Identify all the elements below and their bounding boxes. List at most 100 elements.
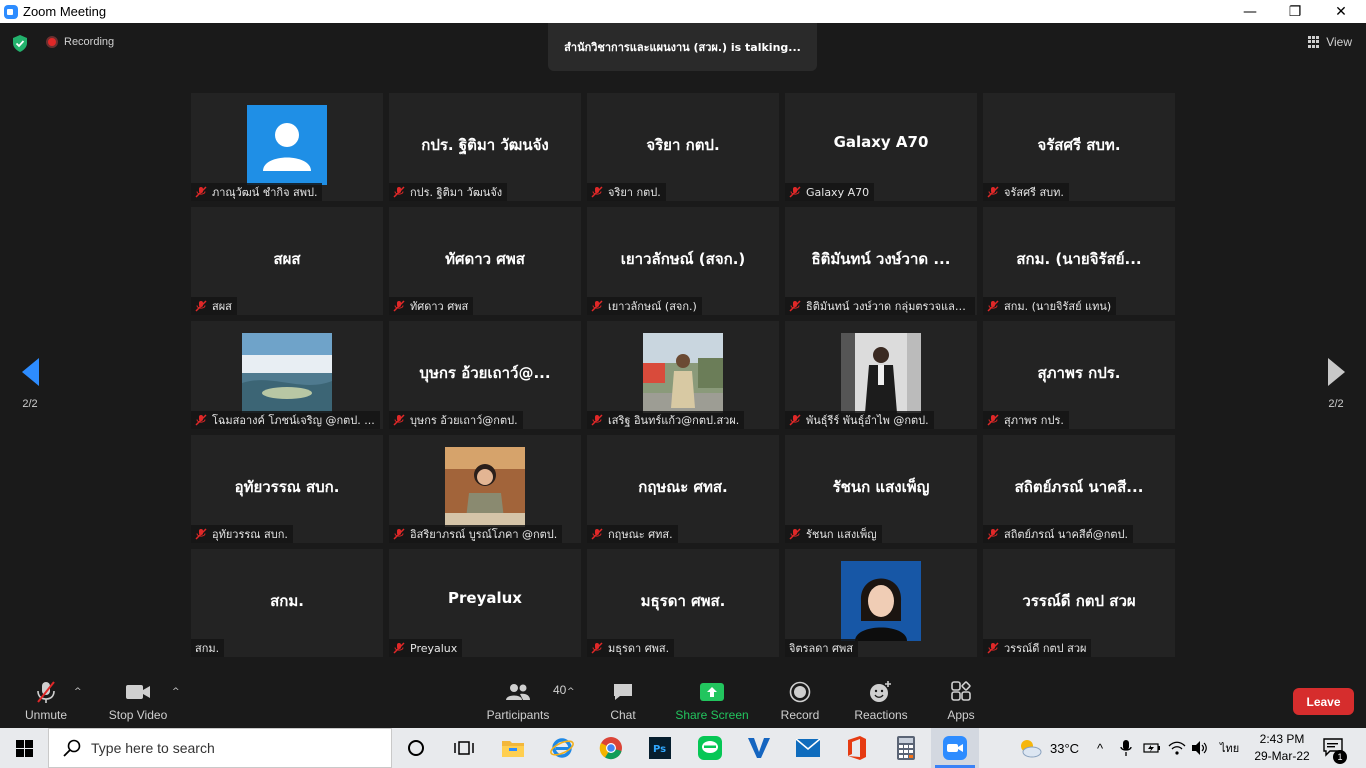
start-button[interactable] <box>0 728 48 768</box>
taskbar-clock[interactable]: 2:43 PM 29-Mar-22 <box>1250 731 1314 765</box>
participant-tile[interactable]: โฉมสอางค์ โภชน์เจริญ @กตป. ... <box>191 321 383 429</box>
participant-tile[interactable]: เยาวลักษณ์ (สจก.) เยาวลักษณ์ (สจก.) <box>587 207 779 315</box>
weather-widget[interactable]: 33°C <box>1018 728 1079 768</box>
participants-button[interactable]: 40 Participants <box>486 679 567 725</box>
stop-video-label: Stop Video <box>108 708 168 722</box>
participant-name-label: พันธุ์รีร์ พันธุ์อำไพ @กตป. <box>785 411 934 429</box>
participant-display-name: กฤษณะ ศทส. <box>638 478 728 496</box>
mic-muted-icon <box>591 642 603 654</box>
microphone-tray-icon[interactable] <box>1120 728 1132 768</box>
participant-display-name: มธุรดา ศพส. <box>640 592 726 610</box>
record-button[interactable]: Record <box>780 679 820 725</box>
participant-tile[interactable]: กปร. ฐิติมา วัฒนจัง กปร. ฐิติมา วัฒนจัง <box>389 93 581 201</box>
calculator-taskbar-app[interactable] <box>882 728 930 768</box>
participants-options-caret-icon[interactable]: ^ <box>567 687 575 697</box>
office-taskbar-app[interactable] <box>833 728 881 768</box>
participant-tile[interactable]: เสริฐ อินทร์แก้ว@กตป.สวผ. <box>587 321 779 429</box>
audio-options-caret-icon[interactable]: ^ <box>74 687 82 697</box>
partly-cloudy-icon <box>1021 740 1042 758</box>
clock-time: 2:43 PM <box>1259 732 1305 746</box>
close-button[interactable]: ✕ <box>1318 0 1364 23</box>
stop-video-button[interactable]: Stop Video <box>107 679 169 725</box>
line-taskbar-app[interactable] <box>686 728 734 768</box>
participants-count: 40 <box>553 683 567 697</box>
participant-tile[interactable]: สผส สผส <box>191 207 383 315</box>
office-logo-icon <box>848 736 866 760</box>
battery-tray-icon[interactable] <box>1143 728 1161 768</box>
mail-taskbar-app[interactable] <box>784 728 832 768</box>
participant-tile[interactable]: ภาณุวัฒน์ ชำกิจ สพป. <box>191 93 383 201</box>
wifi-tray-icon[interactable] <box>1168 728 1186 768</box>
mic-muted-icon <box>987 300 999 312</box>
action-center-button[interactable]: 1 <box>1322 728 1347 768</box>
participant-tile[interactable]: จริยา กตป. จริยา กตป. <box>587 93 779 201</box>
arrow-left-icon <box>21 358 39 386</box>
apps-icon <box>950 679 972 705</box>
participant-name-text: รัชนก แสงเพ็ญ <box>806 528 877 541</box>
participant-tile[interactable]: จรัสศรี สบท. จรัสศรี สบท. <box>983 93 1175 201</box>
participant-name-label: เสริฐ อินทร์แก้ว@กตป.สวผ. <box>587 411 745 429</box>
video-camera-icon <box>125 679 151 705</box>
mic-muted-icon <box>789 414 801 426</box>
file-explorer-taskbar-app[interactable] <box>489 728 537 768</box>
volume-tray-icon[interactable] <box>1191 728 1209 768</box>
next-page-button[interactable]: 2/2 <box>1321 358 1351 410</box>
participant-tile[interactable]: อุทัยวรรณ สบก. อุทัยวรรณ สบก. <box>191 435 383 543</box>
video-options-caret-icon[interactable]: ^ <box>172 687 180 697</box>
zoom-taskbar-app[interactable] <box>931 728 979 768</box>
mic-muted-icon <box>591 300 603 312</box>
participant-tile[interactable]: รัชนก แสงเพ็ญ รัชนก แสงเพ็ญ <box>785 435 977 543</box>
apps-button[interactable]: Apps <box>944 679 978 725</box>
shield-icon[interactable] <box>12 35 28 52</box>
chat-bubble-icon <box>612 679 634 705</box>
folder-icon <box>502 741 524 757</box>
participant-display-name: Preyalux <box>448 589 522 607</box>
participant-tile[interactable]: สุภาพร กปร. สุภาพร กปร. <box>983 321 1175 429</box>
participant-tile[interactable]: มธุรดา ศพส. มธุรดา ศพส. <box>587 549 779 657</box>
recording-indicator[interactable]: Recording <box>46 36 114 48</box>
photoshop-taskbar-app[interactable]: Ps <box>636 728 684 768</box>
participant-name-text: อุทัยวรรณ สบก. <box>212 528 288 541</box>
leave-button[interactable]: Leave <box>1293 688 1354 715</box>
participant-tile[interactable]: บุษกร อ้วยเถาว์@... บุษกร อ้วยเถาว์@กตป. <box>389 321 581 429</box>
internet-explorer-taskbar-app[interactable] <box>538 728 586 768</box>
vectorworks-taskbar-app[interactable] <box>735 728 783 768</box>
mic-muted-icon <box>393 186 405 198</box>
participant-tile[interactable]: จิตรลดา ศพส <box>785 549 977 657</box>
participant-name-text: กฤษณะ ศทส. <box>608 528 673 541</box>
participant-tile[interactable]: ทัศดาว ศพส ทัศดาว ศพส <box>389 207 581 315</box>
participant-tile[interactable]: พันธุ์รีร์ พันธุ์อำไพ @กตป. <box>785 321 977 429</box>
tray-overflow-button[interactable]: ^ <box>1097 728 1103 768</box>
participant-tile[interactable]: กฤษณะ ศทส. กฤษณะ ศทส. <box>587 435 779 543</box>
prev-page-button[interactable]: 2/2 <box>15 358 45 410</box>
participant-name-label: จรัสศรี สบท. <box>983 183 1069 201</box>
chat-button[interactable]: Chat <box>606 679 640 725</box>
mic-muted-icon <box>393 414 405 426</box>
participant-tile[interactable]: สถิตย์ภรณ์ นาคสี... สถิตย์ภรณ์ นาคสีต์@กต… <box>983 435 1175 543</box>
participant-name-text: สผส <box>212 300 232 313</box>
task-view-button[interactable] <box>440 728 488 768</box>
microphone-icon <box>1120 740 1132 756</box>
mic-muted-icon <box>591 414 603 426</box>
participant-tile[interactable]: อิสริยาภรณ์ บูรณ์โภคา @กตป. <box>389 435 581 543</box>
view-button[interactable]: View <box>1308 35 1352 49</box>
chrome-taskbar-app[interactable] <box>587 728 635 768</box>
unmute-button[interactable]: Unmute <box>22 679 70 725</box>
share-screen-button[interactable]: Share Screen <box>675 679 749 725</box>
participant-tile[interactable]: Galaxy A70 Galaxy A70 <box>785 93 977 201</box>
reactions-button[interactable]: Reactions <box>853 679 909 725</box>
clock-date: 29-Mar-22 <box>1254 749 1310 763</box>
participant-tile[interactable]: ธิติมันทน์ วงษ์วาด ... ธิติมันทน์ วงษ์วาด… <box>785 207 977 315</box>
participant-tile[interactable]: Preyalux Preyalux <box>389 549 581 657</box>
participant-tile[interactable]: สกม. สกม. <box>191 549 383 657</box>
input-language-indicator[interactable]: ไทย <box>1220 728 1239 768</box>
taskbar-search-box[interactable]: Type here to search <box>48 728 392 768</box>
weather-temperature: 33°C <box>1050 740 1080 756</box>
maximize-button[interactable]: ❐ <box>1272 0 1318 23</box>
participant-tile[interactable]: วรรณ์ดี กตป สวผ วรรณ์ดี กตป สวผ <box>983 549 1175 657</box>
zoom-video-icon <box>943 736 967 760</box>
minimize-button[interactable]: — <box>1227 0 1273 23</box>
cortana-button[interactable] <box>392 728 440 768</box>
participant-tile[interactable]: สกม. (นายจิรัสย์... สกม. (นายจิรัสย์ แทน) <box>983 207 1175 315</box>
mic-muted-icon <box>591 528 603 540</box>
